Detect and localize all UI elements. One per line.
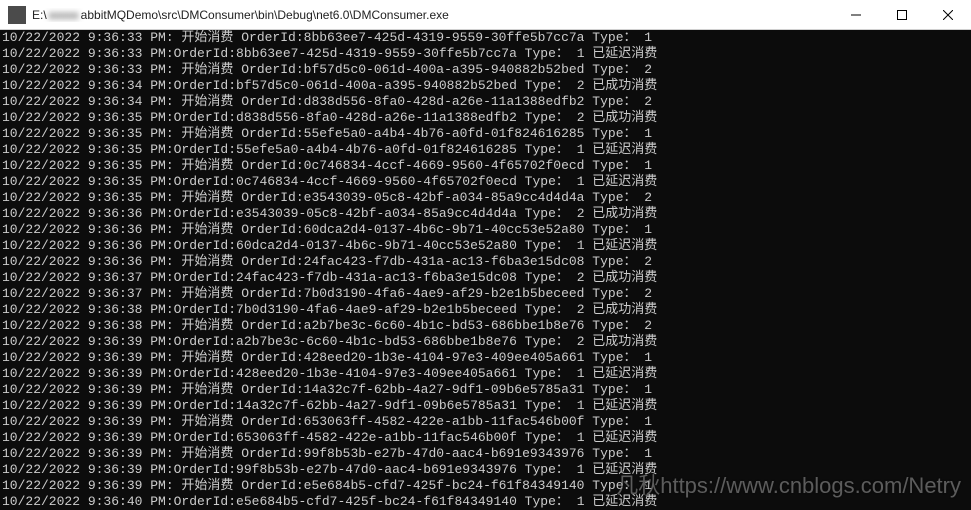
console-line: 10/22/2022 9:36:37 PM: 开始消费 OrderId:7b0d… [2, 286, 969, 302]
app-icon [8, 6, 26, 24]
console-line: 10/22/2022 9:36:35 PM:OrderId:d838d556-8… [2, 110, 969, 126]
console-line: 10/22/2022 9:36:38 PM:OrderId:7b0d3190-4… [2, 302, 969, 318]
console-line: 10/22/2022 9:36:34 PM:OrderId:bf57d5c0-0… [2, 78, 969, 94]
console-line: 10/22/2022 9:36:35 PM: 开始消费 OrderId:e354… [2, 190, 969, 206]
console-line: 10/22/2022 9:36:33 PM: 开始消费 OrderId:8bb6… [2, 30, 969, 46]
console-line: 10/22/2022 9:36:38 PM: 开始消费 OrderId:a2b7… [2, 318, 969, 334]
window-title: E:\xxxxxabbitMQDemo\src\DMConsumer\bin\D… [32, 8, 833, 22]
console-line: 10/22/2022 9:36:39 PM:OrderId:653063ff-4… [2, 430, 969, 446]
console-line: 10/22/2022 9:36:34 PM: 开始消费 OrderId:d838… [2, 94, 969, 110]
console-line: 10/22/2022 9:36:35 PM:OrderId:0c746834-4… [2, 174, 969, 190]
console-line: 10/22/2022 9:36:39 PM:OrderId:14a32c7f-6… [2, 398, 969, 414]
console-line: 10/22/2022 9:36:36 PM: 开始消费 OrderId:24fa… [2, 254, 969, 270]
window-titlebar: E:\xxxxxabbitMQDemo\src\DMConsumer\bin\D… [0, 0, 971, 30]
console-line: 10/22/2022 9:36:40 PM:OrderId:e5e684b5-c… [2, 494, 969, 510]
console-line: 10/22/2022 9:36:39 PM: 开始消费 OrderId:6530… [2, 414, 969, 430]
console-line: 10/22/2022 9:36:39 PM: 开始消费 OrderId:428e… [2, 350, 969, 366]
console-line: 10/22/2022 9:36:36 PM:OrderId:60dca2d4-0… [2, 238, 969, 254]
console-line: 10/22/2022 9:36:35 PM:OrderId:55efe5a0-a… [2, 142, 969, 158]
maximize-button[interactable] [879, 0, 925, 30]
console-line: 10/22/2022 9:36:35 PM: 开始消费 OrderId:55ef… [2, 126, 969, 142]
console-line: 10/22/2022 9:36:36 PM: 开始消费 OrderId:60dc… [2, 222, 969, 238]
console-line: 10/22/2022 9:36:36 PM:OrderId:e3543039-0… [2, 206, 969, 222]
console-line: 10/22/2022 9:36:35 PM: 开始消费 OrderId:0c74… [2, 158, 969, 174]
console-output[interactable]: 10/22/2022 9:36:33 PM: 开始消费 OrderId:8bb6… [0, 30, 971, 510]
console-line: 10/22/2022 9:36:33 PM:OrderId:8bb63ee7-4… [2, 46, 969, 62]
console-line: 10/22/2022 9:36:33 PM: 开始消费 OrderId:bf57… [2, 62, 969, 78]
console-line: 10/22/2022 9:36:39 PM:OrderId:99f8b53b-e… [2, 462, 969, 478]
console-line: 10/22/2022 9:36:39 PM:OrderId:a2b7be3c-6… [2, 334, 969, 350]
console-line: 10/22/2022 9:36:39 PM: 开始消费 OrderId:e5e6… [2, 478, 969, 494]
console-line: 10/22/2022 9:36:39 PM: 开始消费 OrderId:99f8… [2, 446, 969, 462]
console-line: 10/22/2022 9:36:39 PM: 开始消费 OrderId:14a3… [2, 382, 969, 398]
console-line: 10/22/2022 9:36:39 PM:OrderId:428eed20-1… [2, 366, 969, 382]
close-button[interactable] [925, 0, 971, 30]
minimize-button[interactable] [833, 0, 879, 30]
console-line: 10/22/2022 9:36:37 PM:OrderId:24fac423-f… [2, 270, 969, 286]
